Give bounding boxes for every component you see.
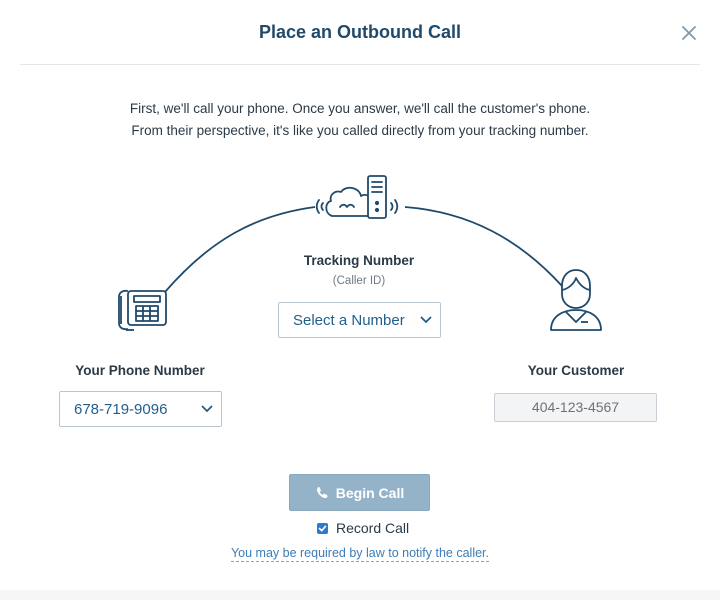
description-line-2: From their perspective, it's like you ca…: [131, 123, 589, 138]
record-call-label: Record Call: [336, 520, 410, 536]
your-customer-label: Your Customer: [527, 363, 625, 378]
outbound-call-modal: Place an Outbound Call First, we'll call…: [0, 0, 720, 600]
tracking-number-select[interactable]: Select a Number: [278, 302, 441, 338]
caller-id-sublabel: (Caller ID): [332, 275, 386, 287]
phone-icon: [316, 487, 328, 499]
chevron-down-icon: [193, 392, 221, 426]
law-notice-link[interactable]: You may be required by law to notify the…: [230, 546, 490, 562]
tracking-number-select-value: Select a Number: [293, 311, 405, 329]
begin-call-label: Begin Call: [335, 484, 405, 501]
modal-footer-strip: [0, 590, 720, 600]
modal-title: Place an Outbound Call: [258, 22, 462, 42]
tracking-number-label: Tracking Number: [303, 253, 415, 268]
your-phone-number-select[interactable]: 678-719-9096: [59, 391, 222, 427]
your-phone-number-label: Your Phone Number: [75, 363, 205, 378]
chevron-down-icon: [412, 303, 440, 337]
record-call-option: Record Call: [317, 520, 409, 536]
law-notice: You may be required by law to notify the…: [0, 546, 720, 562]
customer-avatar-icon: [550, 269, 602, 331]
your-phone-number-value: 678-719-9096: [74, 400, 168, 418]
customer-phone-field[interactable]: 404-123-4567: [494, 393, 657, 422]
record-call-checkbox[interactable]: [317, 522, 328, 534]
description-line-1: First, we'll call your phone. Once you a…: [129, 101, 591, 116]
close-icon[interactable]: [680, 24, 698, 42]
desk-phone-icon: [118, 289, 167, 331]
cloud-server-icon: [315, 175, 399, 219]
description: First, we'll call your phone. Once you a…: [0, 98, 720, 142]
begin-call-button[interactable]: Begin Call: [289, 474, 430, 511]
modal-header: Place an Outbound Call: [20, 0, 700, 65]
